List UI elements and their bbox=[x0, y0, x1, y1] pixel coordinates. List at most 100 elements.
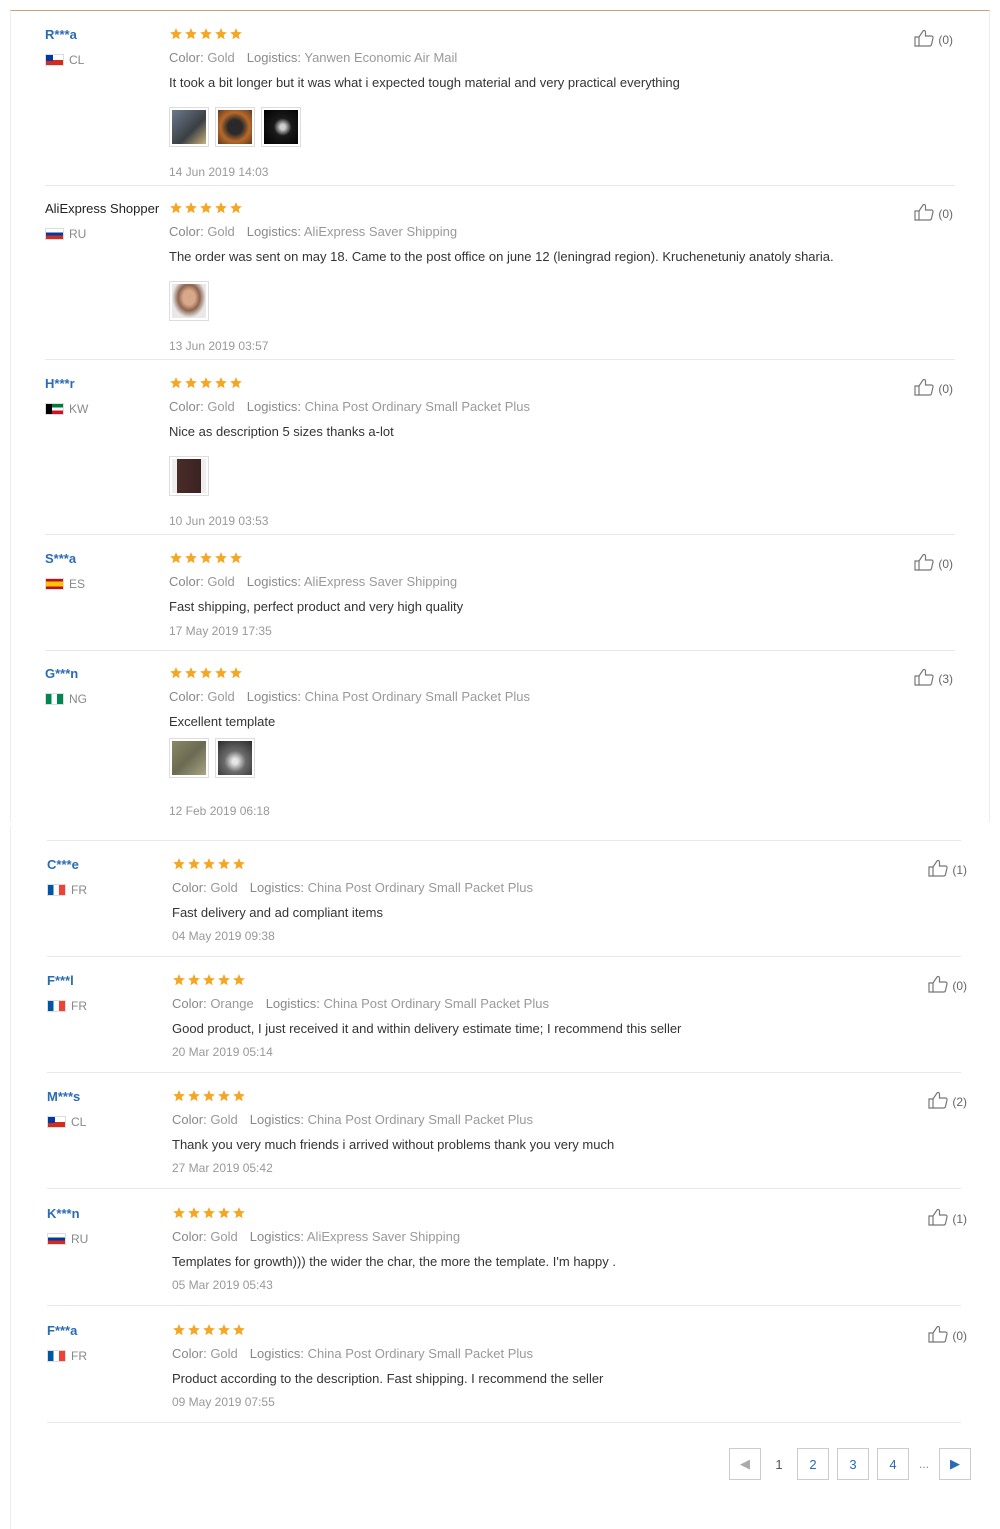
review-meta: Color: Gold Logistics: China Post Ordinar… bbox=[172, 1346, 533, 1361]
review-divider bbox=[47, 840, 961, 841]
star-icon bbox=[229, 551, 243, 565]
pagination: ◀ 1 2 3 4 ... ▶ bbox=[729, 1448, 971, 1480]
review-photos bbox=[169, 281, 209, 321]
color-value: Orange bbox=[210, 996, 254, 1011]
review-photo[interactable] bbox=[169, 456, 209, 496]
review-photos bbox=[169, 738, 255, 778]
star-icon bbox=[199, 376, 213, 390]
helpful-button[interactable]: (1) bbox=[928, 1208, 967, 1226]
helpful-button[interactable]: (3) bbox=[914, 668, 953, 686]
review-item: F***l FR Color: Orange Logistics: China P… bbox=[11, 973, 995, 1073]
page-4[interactable]: 4 bbox=[877, 1448, 909, 1480]
page-3[interactable]: 3 bbox=[837, 1448, 869, 1480]
country-code: FR bbox=[71, 999, 87, 1013]
color-value: Gold bbox=[207, 689, 235, 704]
review-photo[interactable] bbox=[169, 738, 209, 778]
star-icon bbox=[217, 1323, 231, 1337]
star-icon bbox=[169, 27, 183, 41]
review-photo[interactable] bbox=[215, 738, 255, 778]
logistics-label: Logistics: bbox=[249, 1229, 304, 1244]
buyer-name[interactable]: M***s bbox=[47, 1089, 80, 1104]
helpful-count: (0) bbox=[938, 382, 953, 396]
helpful-button[interactable]: (0) bbox=[928, 1325, 967, 1343]
helpful-count: (0) bbox=[952, 1329, 967, 1343]
thumbs-up-icon bbox=[928, 975, 950, 993]
helpful-button[interactable]: (0) bbox=[914, 378, 953, 396]
helpful-button[interactable]: (1) bbox=[928, 859, 967, 877]
star-icon bbox=[184, 551, 198, 565]
buyer-name[interactable]: S***a bbox=[45, 551, 76, 566]
star-icon bbox=[172, 1323, 186, 1337]
caret-right-icon: ▶ bbox=[950, 1456, 960, 1471]
flag-icon bbox=[45, 693, 64, 705]
review-photo[interactable] bbox=[261, 107, 301, 147]
helpful-button[interactable]: (0) bbox=[914, 29, 953, 47]
review-text: Thank you very much friends i arrived wi… bbox=[172, 1137, 615, 1152]
review-divider bbox=[45, 534, 955, 535]
star-icon bbox=[214, 666, 228, 680]
star-rating bbox=[172, 1206, 246, 1220]
color-label: Color: bbox=[172, 1346, 207, 1361]
star-icon bbox=[187, 1323, 201, 1337]
review-photo[interactable] bbox=[169, 281, 209, 321]
review-date: 17 May 2019 17:35 bbox=[169, 624, 272, 638]
star-rating bbox=[169, 551, 243, 565]
buyer-name[interactable]: AliExpress Shopper bbox=[45, 201, 159, 216]
thumbs-up-icon bbox=[914, 203, 936, 221]
buyer-country: CL bbox=[47, 1115, 86, 1129]
review-date: 12 Feb 2019 06:18 bbox=[169, 804, 270, 818]
page-1[interactable]: 1 bbox=[769, 1448, 789, 1480]
color-value: Gold bbox=[207, 399, 235, 414]
buyer-name[interactable]: K***n bbox=[47, 1206, 80, 1221]
helpful-button[interactable]: (0) bbox=[914, 553, 953, 571]
flag-icon bbox=[45, 578, 64, 590]
review-photos bbox=[169, 456, 209, 496]
buyer-name[interactable]: G***n bbox=[45, 666, 78, 681]
buyer-name[interactable]: C***e bbox=[47, 857, 79, 872]
logistics-value: AliExpress Saver Shipping bbox=[303, 574, 458, 589]
country-code: ES bbox=[69, 577, 86, 591]
flag-icon bbox=[45, 228, 64, 240]
star-icon bbox=[184, 201, 198, 215]
star-icon bbox=[184, 376, 198, 390]
star-icon bbox=[169, 376, 183, 390]
buyer-name[interactable]: F***l bbox=[47, 973, 74, 988]
country-code: RU bbox=[69, 227, 87, 241]
buyer-name[interactable]: H***r bbox=[45, 376, 75, 391]
color-value: Gold bbox=[207, 224, 235, 239]
review-text: It took a bit longer but it was what i e… bbox=[169, 75, 680, 90]
review-photo[interactable] bbox=[215, 107, 255, 147]
review-divider bbox=[47, 1072, 961, 1073]
logistics-value: China Post Ordinary Small Packet Plus bbox=[323, 996, 549, 1011]
star-icon bbox=[202, 973, 216, 987]
color-label: Color: bbox=[169, 50, 204, 65]
star-icon bbox=[214, 376, 228, 390]
star-icon bbox=[232, 857, 246, 871]
buyer-name[interactable]: R***a bbox=[45, 27, 77, 42]
star-icon bbox=[217, 1206, 231, 1220]
helpful-button[interactable]: (0) bbox=[928, 975, 967, 993]
review-photo[interactable] bbox=[169, 107, 209, 147]
logistics-label: Logistics: bbox=[246, 224, 301, 239]
review-divider bbox=[45, 650, 955, 651]
buyer-name[interactable]: F***a bbox=[47, 1323, 77, 1338]
star-icon bbox=[169, 551, 183, 565]
star-icon bbox=[199, 27, 213, 41]
color-label: Color: bbox=[172, 880, 207, 895]
country-code: FR bbox=[71, 883, 87, 897]
review-item: G***n NG Color: Gold Logistics: China Pos… bbox=[11, 666, 989, 818]
buyer-country: ES bbox=[45, 577, 85, 591]
prev-page-button[interactable]: ◀ bbox=[729, 1448, 761, 1480]
helpful-button[interactable]: (2) bbox=[928, 1091, 967, 1109]
review-meta: Color: Gold Logistics: Yanwen Economic Ai… bbox=[169, 50, 457, 65]
page-2[interactable]: 2 bbox=[797, 1448, 829, 1480]
star-icon bbox=[214, 551, 228, 565]
next-page-button[interactable]: ▶ bbox=[939, 1448, 971, 1480]
color-value: Gold bbox=[210, 1229, 238, 1244]
star-icon bbox=[202, 1206, 216, 1220]
helpful-count: (0) bbox=[952, 979, 967, 993]
review-item: S***a ES Color: Gold Logistics: AliExpres… bbox=[11, 551, 989, 651]
helpful-button[interactable]: (0) bbox=[914, 203, 953, 221]
review-item: K***n RU Color: Gold Logistics: AliExpres… bbox=[11, 1206, 995, 1306]
star-icon bbox=[202, 1089, 216, 1103]
